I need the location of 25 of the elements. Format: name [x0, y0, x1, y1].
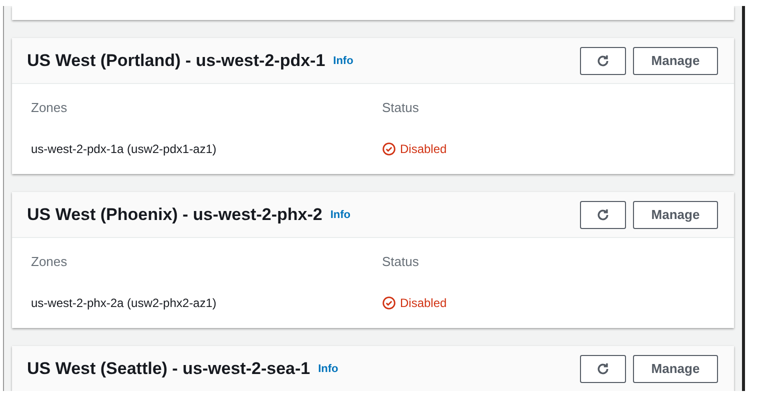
info-link[interactable]: Info [330, 207, 351, 224]
zone-name: us-west-2-phx-2a (usw2-phx2-az1) [31, 294, 216, 312]
zone-name: us-west-2-pdx-1a (usw2-pdx1-az1) [31, 140, 216, 158]
manage-button[interactable]: Manage [633, 46, 718, 74]
region-title: US West (Seattle) - us-west-2-sea-1 [27, 358, 310, 380]
refresh-button[interactable] [580, 354, 626, 382]
refresh-icon [596, 362, 610, 376]
column-header: Status [382, 253, 419, 271]
column-header: Zones [31, 253, 68, 271]
status-label: Disabled [400, 140, 447, 158]
info-link[interactable]: Info [318, 361, 338, 378]
column-header: Status [382, 99, 419, 117]
region-title: US West (Phoenix) - us-west-2-phx-2 [27, 204, 322, 226]
status-label: Disabled [400, 294, 447, 312]
manage-button[interactable]: Manage [633, 354, 718, 382]
info-link[interactable]: Info [333, 53, 354, 70]
refresh-button[interactable] [580, 46, 626, 74]
refresh-icon [596, 54, 610, 68]
region-title: US West (Portland) - us-west-2-pdx-1 [27, 50, 326, 72]
refresh-button[interactable] [580, 200, 626, 228]
refresh-icon [596, 208, 610, 222]
check-circle-icon [382, 296, 396, 310]
check-circle-icon [382, 142, 396, 156]
manage-button[interactable]: Manage [633, 200, 718, 228]
column-header: Zones [31, 99, 68, 117]
